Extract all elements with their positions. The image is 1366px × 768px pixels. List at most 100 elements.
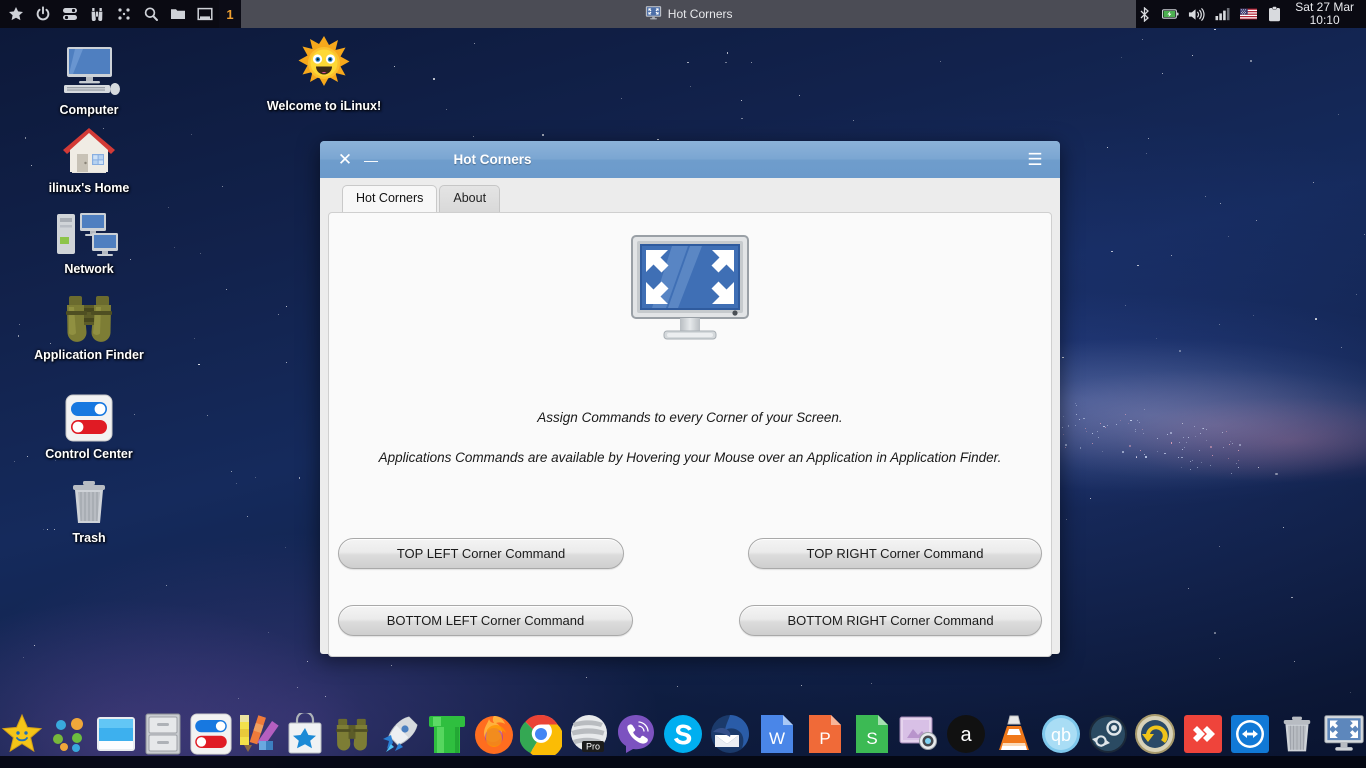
- desktop-icon-label: Welcome to iLinux!: [266, 99, 382, 113]
- top-right-corner-command-button[interactable]: TOP RIGHT Corner Command: [748, 538, 1042, 569]
- svg-text:S: S: [866, 729, 877, 748]
- desktop-icon-trash[interactable]: Trash: [24, 474, 154, 546]
- desktop-icon-home[interactable]: ilinux's Home: [24, 124, 154, 196]
- bottom-left-corner-command-button[interactable]: BOTTOM LEFT Corner Command: [338, 605, 633, 636]
- hot-corners-monitor-icon: [626, 234, 754, 357]
- dock-item-anydesk[interactable]: [1181, 710, 1224, 758]
- desktop-icon-label: Application Finder: [34, 348, 144, 362]
- task-button-hot-corners[interactable]: Hot Corners: [645, 5, 733, 23]
- search-icon[interactable]: [143, 6, 159, 22]
- theme-colors-icon: [239, 715, 279, 752]
- clock[interactable]: Sat 27 Mar 10:10: [1292, 1, 1358, 27]
- dock-item-calc[interactable]: S: [850, 710, 893, 758]
- hamburger-menu-icon[interactable]: ☰: [1022, 147, 1048, 173]
- spreadsheet-icon: S: [855, 715, 888, 753]
- viber-icon: [617, 715, 654, 753]
- dock-item-file-manager[interactable]: [95, 710, 138, 758]
- close-icon[interactable]: ✕: [332, 147, 358, 173]
- keyboard-layout-us-flag-icon[interactable]: [1240, 6, 1258, 22]
- monitor-hotcorners-icon: [645, 5, 662, 23]
- dock-item-opera[interactable]: Pro: [567, 710, 610, 758]
- teamviewer-icon: [1230, 715, 1269, 753]
- window-icon[interactable]: [197, 6, 213, 22]
- volume-icon[interactable]: [1188, 6, 1205, 22]
- dock-item-chrome[interactable]: [520, 710, 563, 758]
- dock-item-appearance[interactable]: [236, 710, 279, 758]
- dock-item-launcher[interactable]: [378, 710, 421, 758]
- power-icon[interactable]: [35, 6, 51, 22]
- window-titlebar[interactable]: ✕ — Hot Corners ☰: [320, 141, 1060, 178]
- hot-corners-monitor-icon: [1324, 715, 1364, 751]
- green-pipe-icon: [428, 716, 465, 753]
- dock-item-skype[interactable]: [661, 710, 704, 758]
- dock-item-firefox[interactable]: [472, 710, 515, 758]
- clipboard-icon[interactable]: [1266, 6, 1283, 22]
- bluetooth-icon[interactable]: [1136, 6, 1153, 22]
- bottom-right-corner-command-button[interactable]: BOTTOM RIGHT Corner Command: [739, 605, 1042, 636]
- binoculars-icon: [336, 718, 369, 751]
- desktop-icon-label: Control Center: [45, 447, 133, 461]
- panel-launcher-group: [0, 0, 213, 28]
- desktop-icon-welcome[interactable]: Welcome to iLinux!: [259, 36, 389, 114]
- tab-about[interactable]: About: [439, 185, 501, 212]
- archive-cabinet-icon: [145, 713, 181, 755]
- dock-item-amazon[interactable]: a: [945, 710, 988, 758]
- dock-item-applications[interactable]: [47, 710, 90, 758]
- dock-item-teamviewer[interactable]: [1228, 710, 1271, 758]
- battery-charging-icon[interactable]: [1162, 6, 1179, 22]
- tab-hot-corners[interactable]: Hot Corners: [342, 185, 438, 212]
- desktop-icon-application-finder[interactable]: Application Finder: [24, 291, 154, 363]
- description-line-1: Assign Commands to every Corner of your …: [537, 410, 843, 425]
- dock-item-writer[interactable]: W: [756, 710, 799, 758]
- folder-icon[interactable]: [170, 6, 186, 22]
- undo-restore-icon: [1135, 714, 1176, 754]
- dock-item-vlc[interactable]: [992, 710, 1035, 758]
- dock-item-control-center[interactable]: [189, 710, 232, 758]
- network-signal-icon[interactable]: [1214, 6, 1231, 22]
- star-launcher-icon: [1, 713, 42, 753]
- dock-item-pipe[interactable]: [425, 710, 468, 758]
- dock-item-backup[interactable]: [1134, 710, 1177, 758]
- grid-dots-icon[interactable]: [116, 6, 132, 22]
- desktop-icon-label: Trash: [72, 531, 106, 545]
- dock-item-thunderbird[interactable]: [709, 710, 752, 758]
- svg-text:W: W: [769, 729, 785, 748]
- app-dots-icon: [52, 718, 83, 752]
- software-store-icon: [288, 713, 322, 754]
- thunderbird-icon: [711, 715, 750, 753]
- dock-item-screenshot[interactable]: [898, 710, 941, 758]
- dock-item-application-finder[interactable]: [331, 710, 374, 758]
- desktop-icon-control-center[interactable]: Control Center: [24, 390, 154, 462]
- window-title: Hot Corners: [453, 152, 532, 167]
- dock-item-hot-corners[interactable]: [1323, 710, 1366, 758]
- hot-corners-panel: Assign Commands to every Corner of your …: [328, 212, 1052, 657]
- settings-toggle-icon[interactable]: [62, 6, 78, 22]
- svg-text:a: a: [961, 724, 973, 746]
- dock-item-archive-manager[interactable]: [142, 710, 185, 758]
- star-icon[interactable]: [8, 6, 24, 22]
- dock-item-steam[interactable]: [1086, 710, 1129, 758]
- trash-icon: [1283, 716, 1311, 752]
- tab-bar: Hot Corners About: [328, 185, 1052, 212]
- dock-item-impress[interactable]: P: [803, 710, 846, 758]
- task-label: Hot Corners: [667, 7, 733, 21]
- dock-item-whisker-menu[interactable]: [0, 710, 43, 758]
- dock-item-trash[interactable]: [1275, 710, 1318, 758]
- top-left-corner-command-button[interactable]: TOP LEFT Corner Command: [338, 538, 624, 569]
- task-list: Hot Corners: [241, 0, 1137, 28]
- desktop-icon-network[interactable]: Network: [24, 205, 154, 277]
- amazon-icon: a: [947, 715, 986, 753]
- sun-smiley-icon: [259, 36, 389, 94]
- dock-item-qbittorrent[interactable]: qb: [1039, 710, 1082, 758]
- description-line-2: Applications Commands are available by H…: [378, 450, 1002, 465]
- binoculars-icon[interactable]: [89, 6, 105, 22]
- dock-item-software-store[interactable]: [284, 710, 327, 758]
- minimize-icon[interactable]: —: [358, 147, 384, 173]
- screenshot-icon: [899, 716, 938, 750]
- workspace-indicator[interactable]: 1: [219, 0, 241, 28]
- control-center-icon: [190, 713, 232, 755]
- dock-item-viber[interactable]: [614, 710, 657, 758]
- chrome-icon: [520, 714, 563, 755]
- firefox-icon: [475, 716, 514, 754]
- desktop-icon-computer[interactable]: Computer: [24, 46, 154, 118]
